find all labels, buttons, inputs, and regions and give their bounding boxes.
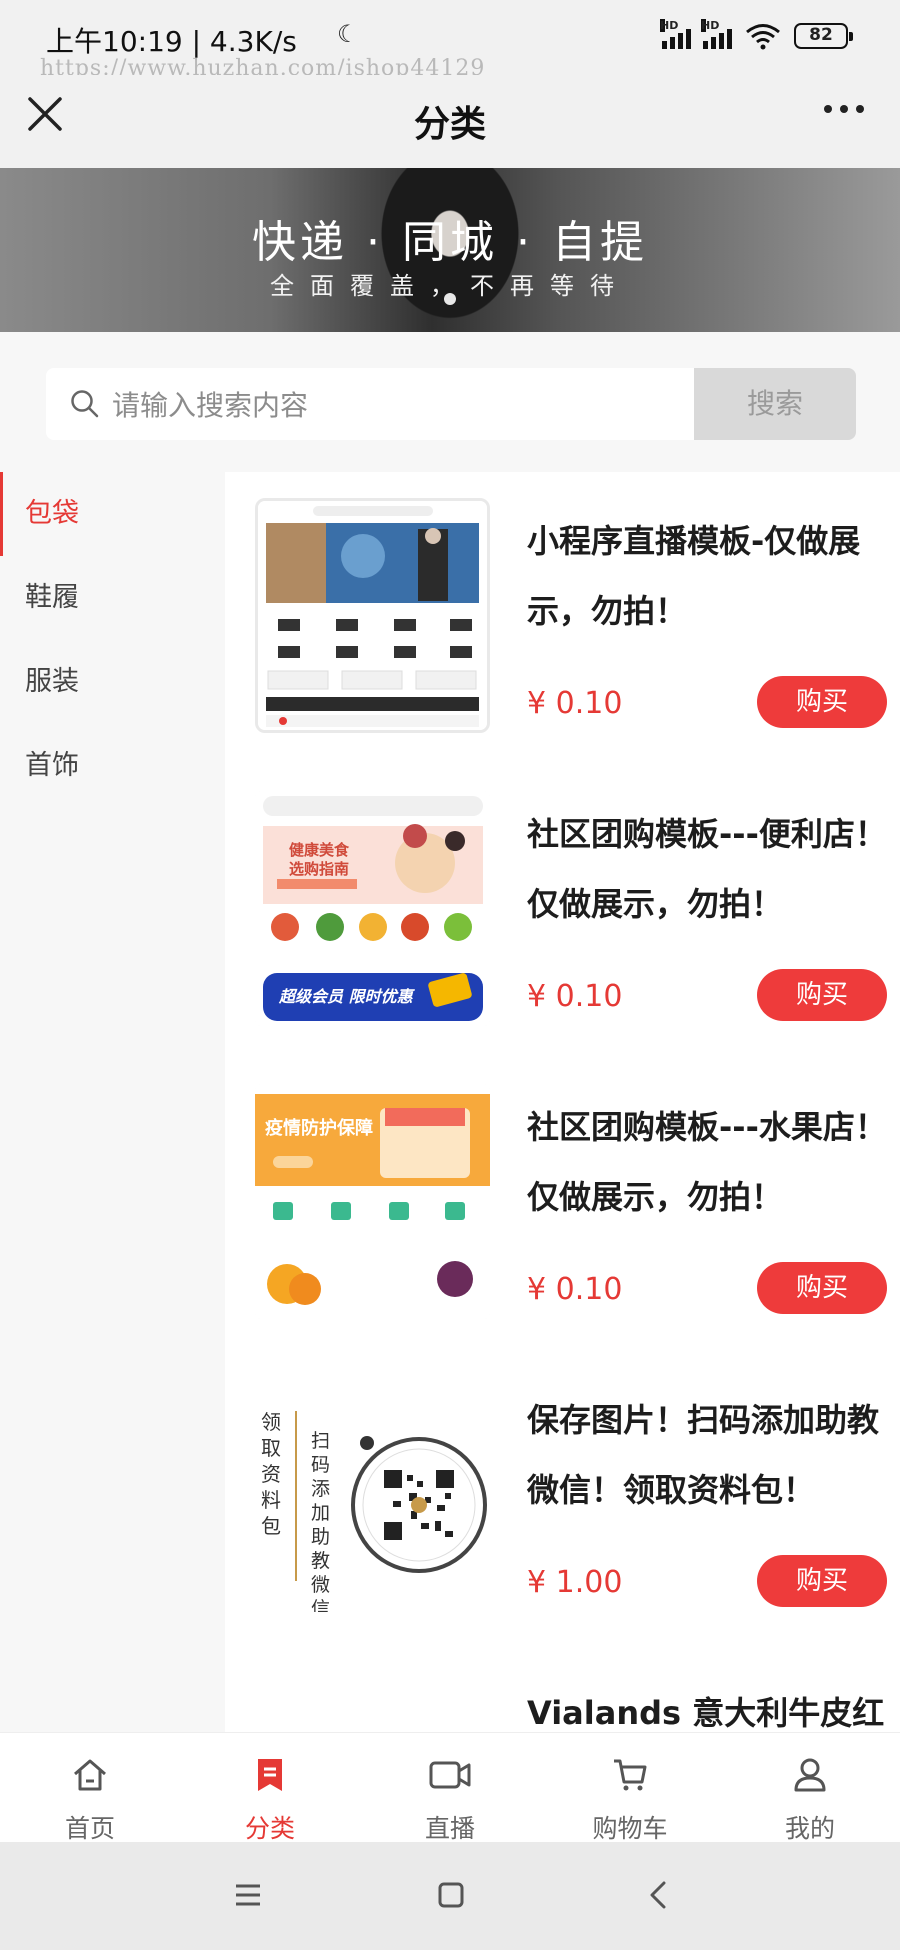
status-time: 上午10:19 | 4.3K/s xyxy=(46,25,297,58)
product-price: ¥ 0.10 xyxy=(527,979,623,1014)
tab-cart-label: 购物车 xyxy=(592,1814,668,1843)
search-icon xyxy=(71,390,99,418)
product-name[interactable]: 社区团购模板---便利店！仅做展示，勿拍！ xyxy=(527,799,887,939)
buy-button[interactable]: 购买 xyxy=(757,969,887,1021)
tab-cart[interactable]: 购物车 xyxy=(540,1733,720,1843)
cart-icon xyxy=(614,1759,647,1791)
home-icon xyxy=(74,1759,106,1791)
page-title: 分类 xyxy=(413,104,486,145)
video-icon xyxy=(429,1761,471,1789)
list-item[interactable]: 领取资料包 扫码添加助教微信 保存图片！扫码添加助教微信！领取资料包！ ¥ 1.… xyxy=(225,1351,900,1644)
search-input[interactable]: 请输入搜索内容 xyxy=(46,368,694,440)
battery-indicator: 82 xyxy=(794,23,853,49)
product-name[interactable]: 社区团购模板---水果店！仅做展示，勿拍！ xyxy=(527,1092,887,1232)
list-item[interactable]: 小程序直播模板-仅做展示，勿拍！ ¥ 0.10 购买 xyxy=(225,472,900,765)
title-bar: 分类 xyxy=(0,75,900,168)
back-icon[interactable] xyxy=(648,1880,668,1910)
product-thumbnail[interactable] xyxy=(255,498,490,733)
search-placeholder: 请输入搜索内容 xyxy=(112,389,309,422)
status-bar: 上午10:19 | 4.3K/s https://www.huzhan.com/… xyxy=(0,0,900,81)
home-square-icon[interactable] xyxy=(438,1882,464,1908)
product-name[interactable]: Vialands 意大利牛皮红 xyxy=(527,1678,887,1732)
tab-live-label: 直播 xyxy=(424,1814,475,1843)
buy-button[interactable]: 购买 xyxy=(757,1262,887,1314)
moon-icon: ☾ xyxy=(337,20,359,48)
tab-home-label: 首页 xyxy=(64,1814,115,1843)
user-icon xyxy=(794,1758,826,1792)
sidebar-item-clothing[interactable]: 服装 xyxy=(0,640,225,724)
product-price: ¥ 0.10 xyxy=(527,686,623,721)
more-icon[interactable] xyxy=(824,105,864,113)
banner-title: 快递 · 同城 · 自提 xyxy=(252,217,648,268)
tab-profile[interactable]: 我的 xyxy=(720,1733,900,1843)
signal-icon: HD xyxy=(660,19,691,49)
wifi-icon xyxy=(746,24,780,50)
product-name[interactable]: 小程序直播模板-仅做展示，勿拍！ xyxy=(527,506,887,646)
search-button[interactable]: 搜索 xyxy=(694,368,856,440)
menu-icon[interactable] xyxy=(234,1882,262,1908)
tab-category-label: 分类 xyxy=(244,1814,295,1843)
signal-icon-2: HD xyxy=(701,19,732,49)
tab-category[interactable]: 分类 xyxy=(180,1733,360,1843)
product-thumbnail[interactable]: 疫情防护保障 xyxy=(255,1084,490,1319)
tab-live[interactable]: 直播 xyxy=(360,1733,540,1843)
product-list: 小程序直播模板-仅做展示，勿拍！ ¥ 0.10 购买 健康美食 选购指南 超级会… xyxy=(225,472,900,1732)
bottom-tab-bar: 首页 分类 直播 购物车 我的 xyxy=(0,1732,900,1843)
sidebar-item-bags[interactable]: 包袋 xyxy=(0,472,225,556)
list-item[interactable]: Vialands 意大利牛皮红 xyxy=(225,1644,900,1732)
status-icons: ☾ HD HD 82 xyxy=(337,19,853,50)
qr-code-icon xyxy=(351,1436,487,1573)
product-price: ¥ 0.10 xyxy=(527,1272,623,1307)
buy-button[interactable]: 购买 xyxy=(757,1555,887,1607)
tab-profile-label: 我的 xyxy=(784,1814,835,1843)
search-bar: 请输入搜索内容 搜索 xyxy=(46,368,856,440)
category-sidebar: 包袋 鞋履 服装 首饰 xyxy=(0,472,225,1732)
sidebar-item-shoes[interactable]: 鞋履 xyxy=(0,556,225,640)
tab-home[interactable]: 首页 xyxy=(0,1733,180,1843)
system-nav-bar xyxy=(0,1842,900,1950)
promo-banner[interactable]: 快递 · 同城 · 自提 全面覆盖，不再等待 xyxy=(0,168,900,332)
list-item[interactable]: 健康美食 选购指南 超级会员 限时优惠 社区团购模板---便利店！仅做展示，勿拍… xyxy=(225,765,900,1058)
thumb-divider xyxy=(295,1411,297,1581)
buy-button[interactable]: 购买 xyxy=(757,676,887,728)
product-thumbnail[interactable]: 领取资料包 扫码添加助教微信 xyxy=(255,1377,490,1612)
thumb-vip-text: 超级会员 限时优惠 xyxy=(279,987,413,1006)
product-name[interactable]: 保存图片！扫码添加助教微信！领取资料包！ xyxy=(527,1385,887,1525)
thumb-banner-text: 疫情防护保障 xyxy=(265,1118,373,1139)
category-icon xyxy=(258,1759,282,1791)
thumb-banner-text: 健康美食 选购指南 xyxy=(289,841,350,878)
carousel-dot xyxy=(444,293,456,305)
sidebar-item-jewelry[interactable]: 首饰 xyxy=(0,724,225,808)
thumb-left-text: 领取资料包 xyxy=(261,1410,281,1538)
list-item[interactable]: 疫情防护保障 社区团购模板---水果店！仅做展示，勿拍！ ¥ 0.10 购买 xyxy=(225,1058,900,1351)
product-price: ¥ 1.00 xyxy=(527,1565,623,1600)
thumb-mid-text: 扫码添加助教微信 xyxy=(311,1430,331,1612)
product-thumbnail[interactable]: 健康美食 选购指南 超级会员 限时优惠 xyxy=(255,791,490,1026)
